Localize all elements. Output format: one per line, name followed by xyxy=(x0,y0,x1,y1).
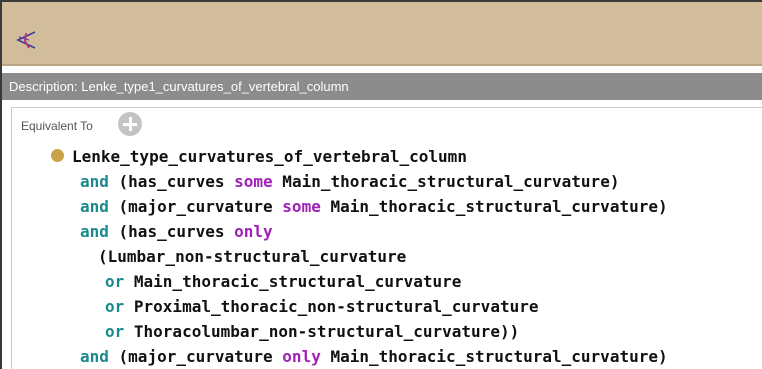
toolbar xyxy=(2,2,762,66)
protege-logo-icon[interactable] xyxy=(15,29,37,51)
expression-text: (major_curvature xyxy=(108,347,283,366)
expression-line[interactable]: (Lumbar_non-structural_curvature xyxy=(98,247,406,267)
expression-line[interactable]: or Thoracolumbar_non-structural_curvatur… xyxy=(105,322,519,342)
description-header: Description: Lenke_type1_curvatures_of_v… xyxy=(2,73,762,100)
keyword-and: and xyxy=(80,222,109,241)
expression-text: Main_thoracic_structural_curvature) xyxy=(272,172,620,191)
expression-text: (has_curves xyxy=(108,172,235,191)
expression-text: (has_curves xyxy=(108,222,235,241)
expression-text: Thoracolumbar_non-structural_curvature)) xyxy=(124,322,520,341)
expression-line[interactable]: or Proximal_thoracic_non-structural_curv… xyxy=(105,297,538,317)
expression-line[interactable]: and (major_curvature some Main_thoracic_… xyxy=(80,197,668,217)
keyword-or: or xyxy=(105,322,125,341)
keyword-or: or xyxy=(105,297,125,316)
keyword-or: or xyxy=(105,272,125,291)
keyword-and: and xyxy=(80,172,109,191)
expression-line[interactable]: and (has_curves only xyxy=(80,222,273,242)
expression-text: Main_thoracic_structural_curvature) xyxy=(320,197,668,216)
expression-text: Main_thoracic_structural_curvature) xyxy=(320,347,668,366)
keyword-only: only xyxy=(282,347,321,366)
class-name[interactable]: Lenke_type_curvatures_of_vertebral_colum… xyxy=(72,147,467,167)
equivalent-to-label: Equivalent To xyxy=(21,119,93,133)
expression-line[interactable]: and (major_curvature only Main_thoracic_… xyxy=(80,347,668,367)
keyword-and: and xyxy=(80,347,109,366)
expression-text: Proximal_thoracic_non-structural_curvatu… xyxy=(124,297,539,316)
keyword-and: and xyxy=(80,197,109,216)
keyword-only: only xyxy=(234,222,273,241)
class-bullet-icon xyxy=(51,149,64,162)
expression-line[interactable]: and (has_curves some Main_thoracic_struc… xyxy=(80,172,619,192)
expression-text: Main_thoracic_structural_curvature xyxy=(124,272,462,291)
keyword-some: some xyxy=(282,197,321,216)
plus-circle-icon[interactable] xyxy=(118,112,142,136)
expression-line[interactable]: or Main_thoracic_structural_curvature xyxy=(105,272,461,292)
keyword-some: some xyxy=(234,172,273,191)
expression-text: (major_curvature xyxy=(108,197,283,216)
